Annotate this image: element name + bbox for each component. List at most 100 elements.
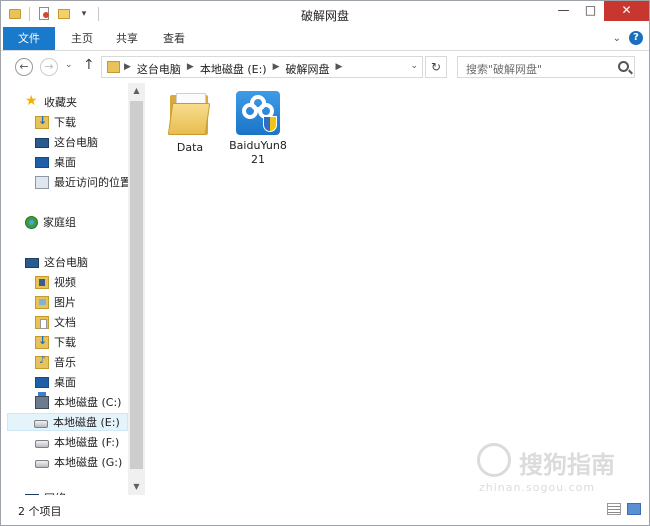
baiduyun-app-icon (236, 91, 280, 135)
nav-homegroup[interactable]: 家庭组 (25, 213, 76, 231)
recent-places-icon (35, 175, 49, 189)
folder-icon (166, 91, 214, 137)
minimize-button[interactable]: — (550, 1, 577, 21)
downloads-folder-icon (35, 334, 49, 349)
search-input[interactable]: 搜索"破解网盘" (457, 56, 635, 78)
nav-drive-g[interactable]: 本地磁盘 (G:) (35, 453, 122, 471)
tab-view[interactable]: 查看 (151, 27, 197, 50)
network-icon (25, 493, 39, 495)
nav-label: 本地磁盘 (G:) (54, 456, 123, 469)
nav-downloads[interactable]: 下载 (35, 333, 76, 351)
nav-network[interactable]: 网络 (25, 489, 66, 495)
navigation-bar: ← → ⌄ ↑ ▶ 这台电脑 ▶ 本地磁盘 (E:) ▶ 破解网盘 ▶ ⌄ ↻ … (1, 52, 649, 82)
search-placeholder: 搜索"破解网盘" (466, 63, 543, 76)
navigation-pane: 收藏夹 下载 这台电脑 桌面 最近访问的位置 家庭组 这台电脑 视频 (1, 83, 145, 495)
nav-music[interactable]: 音乐 (35, 353, 76, 371)
watermark: 搜狗指南 zhinan.sogou.com (477, 441, 627, 497)
scrollbar-thumb[interactable] (130, 101, 143, 469)
drive-icon (35, 439, 49, 448)
window-controls: — □ ✕ (550, 1, 649, 21)
scroll-down-icon[interactable]: ▼ (128, 479, 145, 495)
computer-icon (35, 137, 49, 148)
refresh-button[interactable]: ↻ (425, 56, 447, 78)
back-button[interactable]: ← (15, 58, 33, 76)
nav-favorites-desktop[interactable]: 桌面 (35, 153, 76, 171)
chevron-right-icon[interactable]: ▶ (187, 61, 194, 77)
chevron-right-icon[interactable]: ▶ (124, 61, 131, 77)
close-button[interactable]: ✕ (604, 1, 649, 21)
file-name-line-2: 21 (251, 153, 265, 166)
nav-label: 这台电脑 (54, 136, 98, 149)
nav-this-pc[interactable]: 这台电脑 (25, 253, 88, 271)
nav-drive-f[interactable]: 本地磁盘 (F:) (35, 433, 119, 451)
large-icons-view-icon[interactable] (627, 503, 641, 515)
nav-favorites-this-pc[interactable]: 这台电脑 (35, 133, 98, 151)
scroll-up-icon[interactable]: ▲ (128, 83, 145, 99)
sogou-logo-icon (477, 443, 511, 477)
details-view-icon[interactable] (607, 503, 621, 515)
view-switcher (607, 503, 641, 515)
nav-label: 图片 (54, 296, 76, 309)
nav-favorites-downloads[interactable]: 下载 (35, 113, 76, 131)
watermark-url: zhinan.sogou.com (479, 481, 596, 494)
tab-file[interactable]: 文件 (3, 27, 55, 50)
drive-icon (35, 459, 49, 468)
nav-label: 网络 (44, 490, 66, 495)
uac-shield-icon (263, 116, 277, 132)
nav-label: 本地磁盘 (C:) (54, 396, 122, 409)
nav-label: 这台电脑 (44, 256, 88, 269)
drive-icon (34, 419, 48, 428)
breadcrumb-current-folder[interactable]: 破解网盘 (286, 61, 330, 77)
file-name: Data (176, 141, 204, 154)
file-item-data-folder[interactable]: Data (158, 91, 222, 155)
nav-favorites-recent[interactable]: 最近访问的位置 (35, 173, 131, 191)
title-bar: ▾ 破解网盘 — □ ✕ (1, 1, 649, 27)
nav-label: 本地磁盘 (E:) (53, 416, 120, 429)
file-name-line-1: BaiduYun8 (229, 139, 287, 152)
chevron-right-icon[interactable]: ▶ (336, 61, 343, 77)
breadcrumb-drive-e[interactable]: 本地磁盘 (E:) (200, 61, 267, 77)
file-list[interactable]: Data BaiduYun8 21 (146, 83, 649, 495)
chevron-right-icon[interactable]: ▶ (273, 61, 280, 77)
watermark-brand: 搜狗指南 (519, 451, 615, 479)
nav-label: 最近访问的位置 (54, 176, 131, 189)
nav-label: 音乐 (54, 356, 76, 369)
address-bar[interactable]: ▶ 这台电脑 ▶ 本地磁盘 (E:) ▶ 破解网盘 ▶ ⌄ (101, 56, 423, 78)
breadcrumb-this-pc[interactable]: 这台电脑 (137, 61, 181, 77)
system-drive-icon (35, 391, 49, 409)
homegroup-icon (25, 215, 38, 229)
computer-icon (25, 257, 39, 268)
explorer-window: ▾ 破解网盘 — □ ✕ 文件 主页 共享 查看 ⌄ ? ← → ⌄ ↑ ▶ 这… (0, 0, 650, 526)
ribbon: 文件 主页 共享 查看 ⌄ ? (1, 27, 649, 51)
search-icon[interactable] (618, 61, 629, 72)
nav-documents[interactable]: 文档 (35, 313, 76, 331)
nav-label: 桌面 (54, 376, 76, 389)
nav-desktop[interactable]: 桌面 (35, 373, 76, 391)
navigation-pane-scrollbar[interactable]: ▲ ▼ (128, 83, 145, 495)
status-bar: 2 个项目 (1, 497, 649, 525)
nav-favorites[interactable]: 收藏夹 (25, 93, 77, 111)
up-button[interactable]: ↑ (83, 57, 95, 73)
help-icon[interactable]: ? (629, 31, 643, 45)
nav-label: 桌面 (54, 156, 76, 169)
desktop-icon (35, 376, 49, 388)
tab-share[interactable]: 共享 (104, 27, 150, 50)
nav-videos[interactable]: 视频 (35, 273, 76, 291)
forward-button[interactable]: → (40, 58, 58, 76)
videos-folder-icon (35, 275, 49, 289)
breadcrumb: ▶ 这台电脑 ▶ 本地磁盘 (E:) ▶ 破解网盘 ▶ (124, 61, 342, 77)
nav-label: 本地磁盘 (F:) (54, 436, 120, 449)
folder-icon (107, 61, 120, 73)
recent-locations-icon[interactable]: ⌄ (65, 60, 73, 70)
nav-pictures[interactable]: 图片 (35, 293, 76, 311)
maximize-button[interactable]: □ (577, 1, 604, 21)
nav-drive-e[interactable]: 本地磁盘 (E:) (7, 413, 128, 431)
expand-ribbon-icon[interactable]: ⌄ (613, 33, 621, 44)
address-dropdown-icon[interactable]: ⌄ (410, 61, 418, 71)
file-item-baiduyun[interactable]: BaiduYun8 21 (226, 91, 290, 167)
nav-label: 下载 (54, 116, 76, 129)
nav-drive-c[interactable]: 本地磁盘 (C:) (35, 391, 122, 411)
ribbon-controls: ⌄ ? (613, 31, 643, 45)
tab-home[interactable]: 主页 (59, 27, 105, 50)
nav-label: 家庭组 (43, 216, 76, 229)
